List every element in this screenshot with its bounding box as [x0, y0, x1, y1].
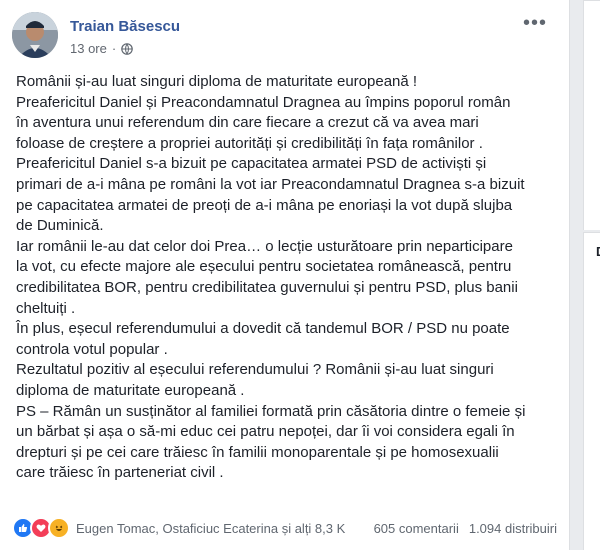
post-text-line: credibilitatea BOR, pentru credibilitate…: [16, 278, 518, 296]
post-text-line: un bărbat și așa o să-mi educ cei patru …: [16, 423, 515, 441]
post-text-line: în aventura unui referendum din care fie…: [16, 114, 479, 132]
post-text-line: drepturi și pe cei care trăiesc în famil…: [16, 443, 499, 461]
post-text-line: cheltuiți .: [16, 299, 76, 317]
side-panel-heading: D: [596, 244, 600, 259]
post-text-line: PS – Rămân un susținător al familiei for…: [16, 402, 526, 420]
post-text-line: Românii și-au luat singuri diploma de ma…: [16, 73, 418, 90]
post-text-line: primari de a-i mâna pe români la vot iar…: [16, 175, 525, 193]
post-text-line: Preafericitul Daniel și Preacondamnatul …: [16, 93, 511, 111]
post-footer: Eugen Tomac, Ostaficiuc Ecaterina și alț…: [12, 516, 557, 540]
post-meta: 13 ore ·: [70, 41, 134, 56]
post-text-line: de Duminică.: [16, 217, 104, 235]
post-text-line: controla votul popular .: [16, 340, 168, 358]
post-text-line: Preafericitul Daniel s-a bizuit pe capac…: [16, 155, 487, 173]
avatar-image: [12, 12, 58, 58]
author-name[interactable]: Traian Băsescu: [70, 18, 180, 35]
engagement-counts: 605 comentarii 1.094 distribuiri: [374, 521, 557, 536]
post-header: Traian Băsescu 13 ore · •••: [0, 0, 569, 70]
author-avatar[interactable]: [12, 12, 58, 58]
comments-count[interactable]: 605 comentarii: [374, 521, 459, 536]
post-text-line: la vot, cu efecte majore ale eșecului pe…: [16, 258, 512, 276]
post-text-line: diploma de maturitate europeană .: [16, 381, 245, 399]
post-text-line: În plus, eșecul referendumului a dovedit…: [16, 320, 510, 338]
haha-icon[interactable]: [48, 517, 70, 539]
post-text-line: foloase de creștere a propriei autorităț…: [16, 134, 483, 152]
globe-icon[interactable]: [121, 42, 134, 55]
reaction-icons[interactable]: [12, 517, 70, 539]
shares-count[interactable]: 1.094 distribuiri: [469, 521, 557, 536]
post-text-line: care trăiesc în parteneriat civil .: [16, 464, 224, 482]
post-text-line: Rezultatul pozitiv al eșecului referendu…: [16, 361, 494, 379]
more-options-icon[interactable]: •••: [523, 13, 547, 33]
post-timestamp[interactable]: 13 ore: [70, 41, 107, 56]
post-text-line: pe capacitatea armatei de preoți de a-i …: [16, 196, 513, 214]
right-side-panel-top: [583, 0, 600, 230]
post-text: Românii și-au luat singuri diploma de ma…: [16, 72, 556, 484]
reaction-names[interactable]: Eugen Tomac, Ostaficiuc Ecaterina și alț…: [76, 521, 345, 536]
right-side-panel: [583, 232, 600, 550]
facebook-post: Traian Băsescu 13 ore · ••• Românii și-a…: [0, 0, 570, 550]
post-text-line: Iar românii le-au dat celor doi Prea… o …: [16, 237, 513, 255]
